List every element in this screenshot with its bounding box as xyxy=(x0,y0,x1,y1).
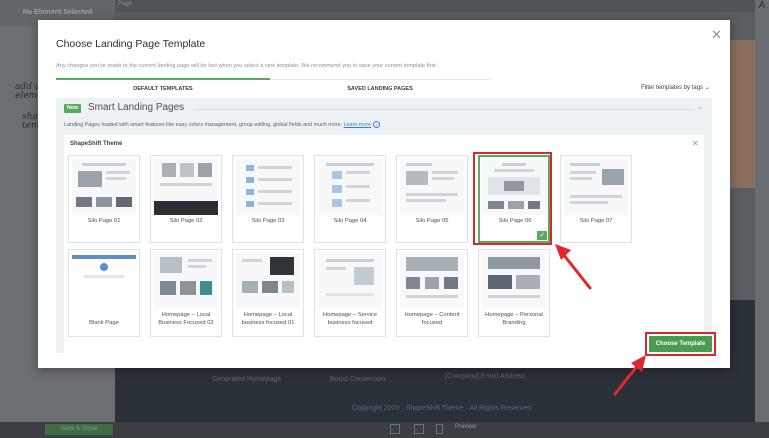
annotation-arrows xyxy=(555,244,646,396)
arrow-to-choose-button xyxy=(613,355,646,396)
arrow-to-selected-template xyxy=(555,244,592,290)
